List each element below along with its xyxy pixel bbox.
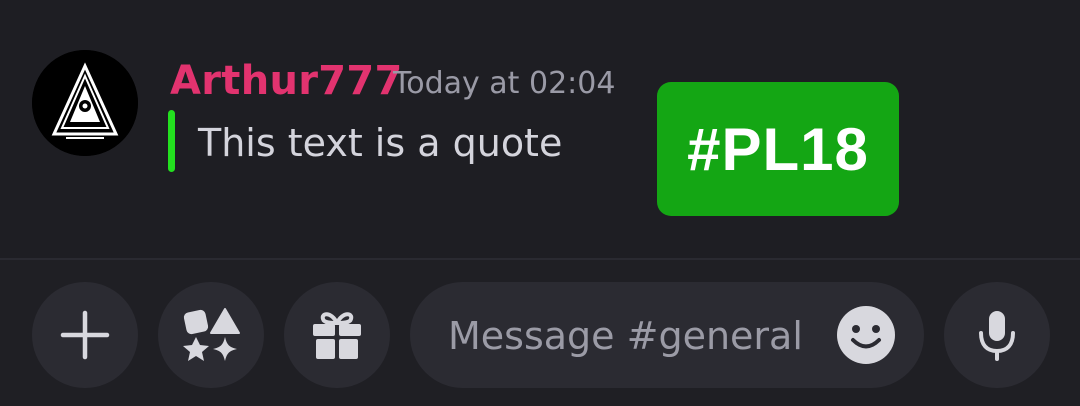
message-timestamp: Today at 02:04 <box>393 66 616 101</box>
emoji-icon <box>837 306 895 364</box>
message-input-container <box>410 282 924 390</box>
microphone-icon <box>979 311 1015 361</box>
tag-text: #PL18 <box>687 115 869 183</box>
message-input[interactable] <box>446 282 830 390</box>
apps-icon <box>183 308 240 361</box>
quote-text: This text is a quote <box>198 121 563 165</box>
apps-button[interactable] <box>158 282 264 388</box>
avatar-logo-icon <box>32 50 138 156</box>
avatar[interactable] <box>32 50 138 156</box>
message-author[interactable]: Arthur777 <box>170 56 403 106</box>
plus-icon <box>60 310 110 360</box>
emoji-button[interactable] <box>836 305 896 365</box>
add-button[interactable] <box>32 282 138 388</box>
gift-button[interactable] <box>284 282 390 388</box>
voice-button[interactable] <box>944 282 1050 388</box>
gift-icon <box>313 312 361 359</box>
quote-bar <box>168 110 175 172</box>
chat-area: Arthur777 Today at 02:04 This text is a … <box>0 0 1080 258</box>
tag-badge: #PL18 <box>657 82 899 216</box>
